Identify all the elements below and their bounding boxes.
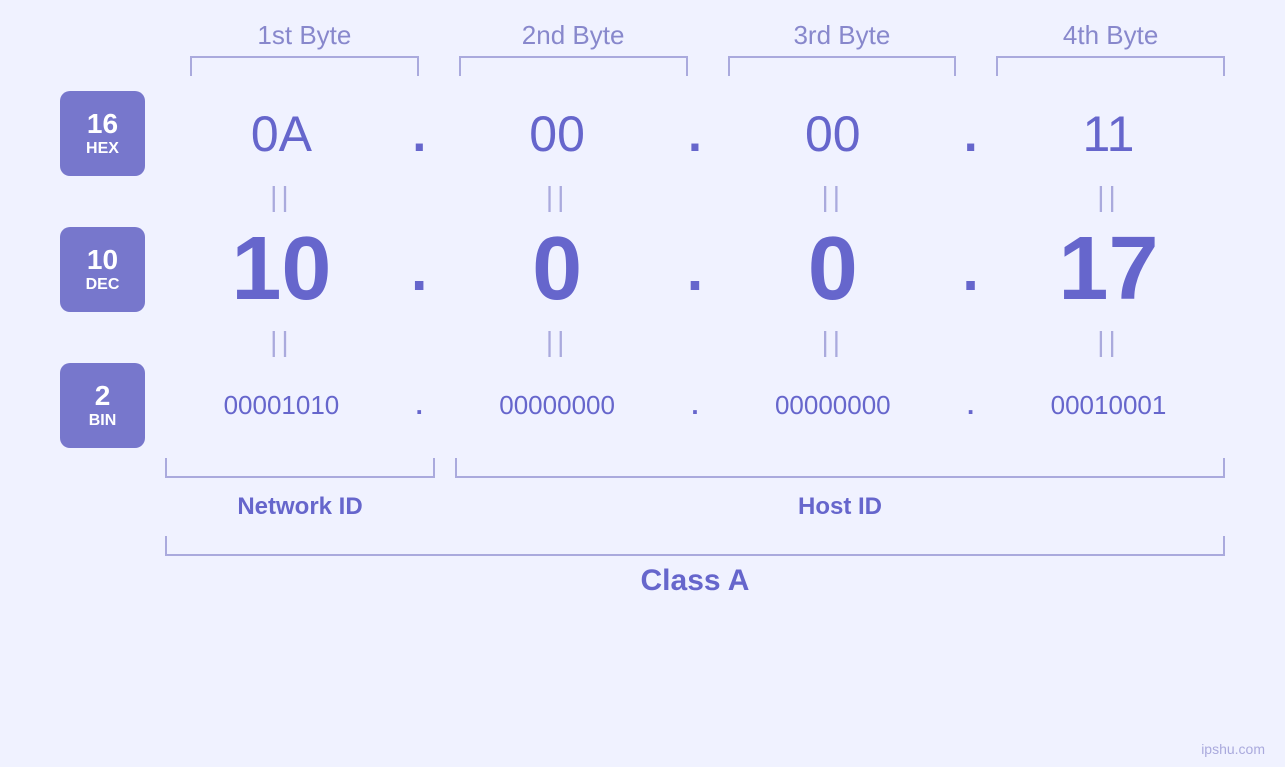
main-container: 1st Byte 2nd Byte 3rd Byte 4th Byte 16 H… — [0, 0, 1285, 767]
bin-byte3: 00000000 — [718, 390, 948, 421]
bin-row: 2 BIN 00001010 . 00000000 . 00000000 . 0… — [60, 363, 1225, 448]
class-bracket — [165, 536, 1225, 556]
byte1-top-bracket — [190, 56, 419, 76]
bottom-labels: Network ID Host ID — [165, 493, 1225, 521]
eq1-byte3: || — [718, 181, 948, 213]
bin-dot3: . — [951, 390, 991, 421]
bin-dot1: . — [399, 390, 439, 421]
dec-values: 10 . 0 . 0 . 17 — [165, 218, 1225, 321]
bin-badge-num: 2 — [95, 381, 111, 412]
hex-dot2: . — [675, 105, 715, 163]
hex-byte1: 0A — [166, 105, 396, 163]
host-id-bracket — [455, 458, 1225, 478]
bin-byte1: 00001010 — [166, 390, 396, 421]
dec-badge-label: DEC — [86, 276, 120, 294]
dec-byte4: 17 — [993, 218, 1223, 321]
watermark: ipshu.com — [1201, 741, 1265, 757]
eq2-byte2: || — [442, 326, 672, 358]
dec-byte1: 10 — [166, 218, 396, 321]
hex-badge: 16 HEX — [60, 91, 145, 176]
dec-byte3: 0 — [718, 218, 948, 321]
bottom-brackets — [165, 458, 1225, 488]
eq2-byte3: || — [718, 326, 948, 358]
hex-row: 16 HEX 0A . 00 . 00 . 11 — [60, 91, 1225, 176]
bottom-section: Network ID Host ID — [60, 458, 1225, 521]
eq1-byte1: || — [166, 181, 396, 213]
eq2-byte4: || — [993, 326, 1223, 358]
dec-dot1: . — [399, 235, 439, 304]
byte1-header-label: 1st Byte — [190, 20, 419, 51]
eq2-byte1: || — [166, 326, 396, 358]
class-section: Class A — [60, 536, 1225, 598]
top-bracket-row — [60, 56, 1225, 76]
bin-badge: 2 BIN — [60, 363, 145, 448]
byte2-header-label: 2nd Byte — [459, 20, 688, 51]
byte4-top-bracket — [996, 56, 1225, 76]
dec-byte2: 0 — [442, 218, 672, 321]
hex-badge-label: HEX — [86, 140, 119, 158]
dec-row: 10 DEC 10 . 0 . 0 . 17 — [60, 218, 1225, 321]
dec-dot2: . — [675, 235, 715, 304]
dec-badge: 10 DEC — [60, 227, 145, 312]
byte4-header-label: 4th Byte — [996, 20, 1225, 51]
hex-byte3: 00 — [718, 105, 948, 163]
network-id-bracket — [165, 458, 435, 478]
hex-values: 0A . 00 . 00 . 11 — [165, 105, 1225, 163]
byte3-top-bracket — [728, 56, 957, 76]
dec-dot3: . — [951, 235, 991, 304]
byte2-top-bracket — [459, 56, 688, 76]
hex-badge-num: 16 — [87, 109, 118, 140]
bin-dot2: . — [675, 390, 715, 421]
host-id-label: Host ID — [455, 493, 1225, 521]
bin-byte2: 00000000 — [442, 390, 672, 421]
byte3-header-label: 3rd Byte — [728, 20, 957, 51]
hex-dot1: . — [399, 105, 439, 163]
dec-badge-num: 10 — [87, 245, 118, 276]
bin-badge-label: BIN — [89, 412, 117, 430]
bin-values: 00001010 . 00000000 . 00000000 . 0001000… — [165, 390, 1225, 421]
class-label: Class A — [165, 564, 1225, 598]
equals-row-1: || || || || — [60, 181, 1225, 213]
hex-dot3: . — [951, 105, 991, 163]
eq1-byte2: || — [442, 181, 672, 213]
header-row: 1st Byte 2nd Byte 3rd Byte 4th Byte — [60, 20, 1225, 51]
bin-byte4: 00010001 — [993, 390, 1223, 421]
eq1-byte4: || — [993, 181, 1223, 213]
equals-row-2: || || || || — [60, 326, 1225, 358]
hex-byte2: 00 — [442, 105, 672, 163]
hex-byte4: 11 — [993, 105, 1223, 163]
network-id-label: Network ID — [165, 493, 435, 521]
